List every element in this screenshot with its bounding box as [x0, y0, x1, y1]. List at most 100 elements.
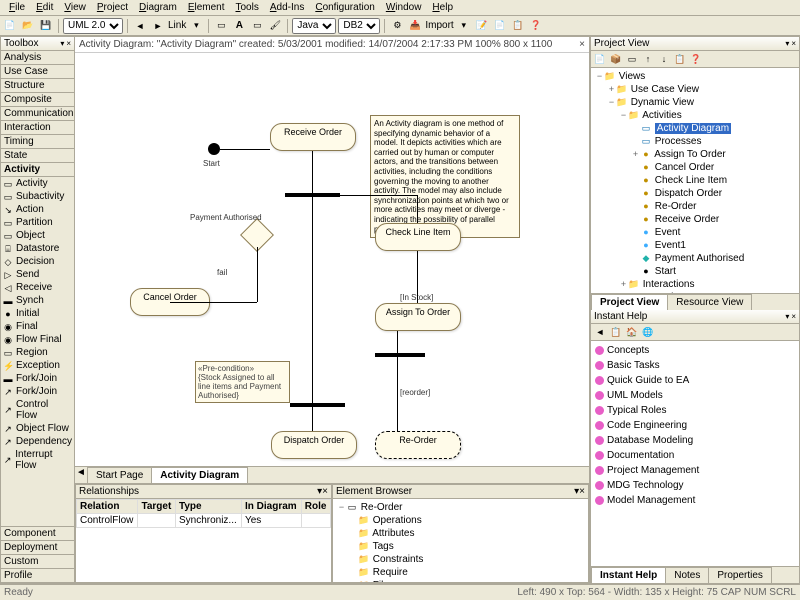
tree-cancel-order[interactable]: ● Cancel Order: [593, 161, 797, 174]
toolbox-section-communication[interactable]: Communication: [1, 106, 74, 121]
tree-check-line-item[interactable]: ● Check Line Item: [593, 174, 797, 187]
tree-views[interactable]: −📁 Views: [593, 70, 797, 83]
toolbox-item-control-flow[interactable]: ↗Control Flow: [1, 398, 74, 422]
pv-close-icon[interactable]: ×: [791, 39, 796, 48]
menu-configuration[interactable]: Configuration: [310, 1, 380, 14]
menu-element[interactable]: Element: [183, 1, 230, 14]
note-icon[interactable]: ▭: [249, 18, 265, 34]
help-item-typical-roles[interactable]: Typical Roles: [593, 403, 797, 418]
toolbox-item-action[interactable]: ↘Action: [1, 203, 74, 216]
pv-new-icon[interactable]: 📄: [593, 52, 607, 66]
re-order-node[interactable]: Re-Order: [375, 431, 461, 459]
toolbox-section-use-case[interactable]: Use Case: [1, 64, 74, 79]
doc3-icon[interactable]: 📋: [510, 18, 526, 34]
link-dropdown-icon[interactable]: ▾: [188, 18, 204, 34]
toolbox-section-activity[interactable]: Activity: [1, 162, 74, 177]
tree-processes[interactable]: ▭ Processes: [593, 135, 797, 148]
menu-addins[interactable]: Add-Ins: [265, 1, 309, 14]
tree-start[interactable]: ● Start: [593, 265, 797, 278]
toolbox-item-fork-join[interactable]: ↗Fork/Join: [1, 385, 74, 398]
pv-diag-icon[interactable]: ▭: [625, 52, 639, 66]
toolbox-section-analysis[interactable]: Analysis: [1, 50, 74, 65]
tree-interactions[interactable]: +📁 Interactions: [593, 278, 797, 291]
pv-doc-icon[interactable]: 📋: [673, 52, 687, 66]
toolbox-item-dependency[interactable]: ↗Dependency: [1, 435, 74, 448]
rel-col-type[interactable]: Type: [175, 500, 241, 514]
import-icon[interactable]: 📥: [407, 18, 423, 34]
toolbox-item-decision[interactable]: ◇Decision: [1, 255, 74, 268]
tree-event1[interactable]: ● Event1: [593, 239, 797, 252]
instant-help-list[interactable]: ConceptsBasic TasksQuick Guide to EAUML …: [591, 341, 799, 566]
tree-payment-authorised[interactable]: ◆ Payment Authorised: [593, 252, 797, 265]
toolbox-item-interrupt-flow[interactable]: ↗Interrupt Flow: [1, 448, 74, 472]
save-icon[interactable]: 💾: [38, 18, 54, 34]
rel-col-target[interactable]: Target: [138, 500, 176, 514]
start-node[interactable]: [208, 143, 220, 155]
db-select[interactable]: DB2: [338, 18, 380, 34]
eb-item[interactable]: Attributes: [372, 528, 414, 539]
eb-close-icon[interactable]: ×: [579, 486, 585, 497]
close-icon[interactable]: ×: [66, 39, 71, 48]
rel-col-indiagram[interactable]: In Diagram: [241, 500, 301, 514]
tab-project-view[interactable]: Project View: [591, 294, 668, 310]
receive-order-node[interactable]: Receive Order: [270, 123, 356, 151]
eb-item[interactable]: Require: [373, 567, 408, 578]
menu-view[interactable]: View: [59, 1, 91, 14]
menu-diagram[interactable]: Diagram: [134, 1, 182, 14]
toolbox-item-send[interactable]: ▷Send: [1, 268, 74, 281]
toolbox-item-partition[interactable]: ▭Partition: [1, 216, 74, 229]
lang-select[interactable]: Java: [292, 18, 336, 34]
rel-close-icon[interactable]: ×: [322, 486, 328, 497]
relationships-table[interactable]: Relation Target Type In Diagram Role Con…: [76, 499, 331, 528]
tab-start-page[interactable]: Start Page: [87, 467, 152, 483]
ih-home-icon[interactable]: 🏠: [625, 325, 639, 339]
toolbox-item-object-flow[interactable]: ↗Object Flow: [1, 422, 74, 435]
open-icon[interactable]: 📂: [20, 18, 36, 34]
toolbox-item-fork-join[interactable]: ▬Fork/Join: [1, 372, 74, 385]
element-browser-tree[interactable]: −▭ Re-Order 📁 Operations📁 Attributes📁 Ta…: [333, 499, 588, 582]
tree-assign-to-order[interactable]: +● Assign To Order: [593, 148, 797, 161]
menu-edit[interactable]: Edit: [31, 1, 58, 14]
tree-re-order[interactable]: ● Re-Order: [593, 200, 797, 213]
tab-resource-view[interactable]: Resource View: [667, 294, 752, 310]
tree-event[interactable]: ● Event: [593, 226, 797, 239]
eb-item[interactable]: Tags: [373, 541, 394, 552]
ih-globe-icon[interactable]: 🌐: [641, 325, 655, 339]
eb-root[interactable]: Re-Order: [361, 502, 403, 513]
tab-instant-help[interactable]: Instant Help: [591, 567, 666, 583]
toolbox-item-region[interactable]: ▭Region: [1, 346, 74, 359]
text-a-icon[interactable]: A: [231, 18, 247, 34]
sync-bar-2[interactable]: [375, 353, 425, 357]
toolbox-item-initial[interactable]: ●Initial: [1, 307, 74, 320]
help-item-basic-tasks[interactable]: Basic Tasks: [593, 358, 797, 373]
help-item-database-modeling[interactable]: Database Modeling: [593, 433, 797, 448]
ih-back-icon[interactable]: ◄: [593, 325, 607, 339]
help-item-model-management[interactable]: Model Management: [593, 493, 797, 508]
doc2-icon[interactable]: 📄: [492, 18, 508, 34]
help-item-concepts[interactable]: Concepts: [593, 343, 797, 358]
help-item-quick-guide-to-ea[interactable]: Quick Guide to EA: [593, 373, 797, 388]
pv-pkg-icon[interactable]: 📦: [609, 52, 623, 66]
menu-help[interactable]: Help: [427, 1, 458, 14]
tab-scroll-left-icon[interactable]: ◄: [75, 467, 87, 483]
uml-version-select[interactable]: UML 2.0: [63, 18, 123, 34]
toolbox-item-synch[interactable]: ▬Synch: [1, 294, 74, 307]
tree-dispatch-order[interactable]: ● Dispatch Order: [593, 187, 797, 200]
import-dropdown-icon[interactable]: ▾: [456, 18, 472, 34]
pre-condition-note[interactable]: «Pre-condition» {Stock Assigned to all l…: [195, 361, 290, 403]
menu-window[interactable]: Window: [381, 1, 427, 14]
toolbox-item-datastore[interactable]: ⌸Datastore: [1, 242, 74, 255]
menu-project[interactable]: Project: [92, 1, 133, 14]
tree-use-case-view[interactable]: +📁 Use Case View: [593, 83, 797, 96]
rel-col-relation[interactable]: Relation: [77, 500, 138, 514]
help-item-code-engineering[interactable]: Code Engineering: [593, 418, 797, 433]
toolbox-item-final[interactable]: ◉Final: [1, 320, 74, 333]
toolbox-item-exception[interactable]: ⚡Exception: [1, 359, 74, 372]
toolbox-item-activity[interactable]: ▭Activity: [1, 177, 74, 190]
fwd-icon[interactable]: ►: [150, 18, 166, 34]
tree-activities[interactable]: −📁 Activities: [593, 109, 797, 122]
toolbox-item-flow-final[interactable]: ◉Flow Final: [1, 333, 74, 346]
toolbox-section-interaction[interactable]: Interaction: [1, 120, 74, 135]
assign-to-order-node[interactable]: Assign To Order: [375, 303, 461, 331]
toolbox-section-custom[interactable]: Custom: [1, 554, 74, 569]
